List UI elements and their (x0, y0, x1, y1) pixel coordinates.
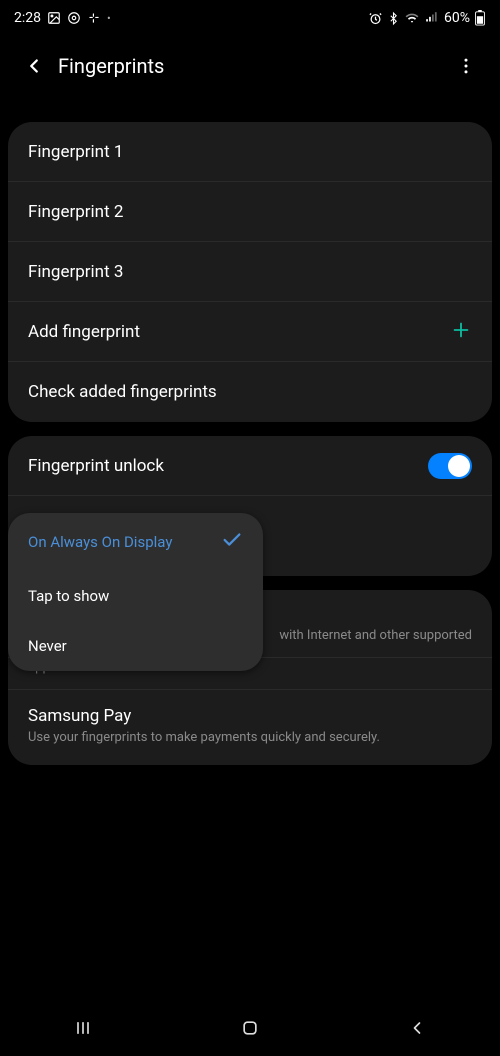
samsung-pay-sub: Use your fingerprints to make payments q… (28, 730, 472, 745)
status-right: 60% (368, 10, 486, 26)
status-bar: 2:28 • 60% (0, 0, 500, 36)
wifi-icon (404, 11, 420, 25)
unlock-toggle[interactable] (428, 453, 472, 479)
popup-option-tap[interactable]: Tap to show (8, 571, 263, 621)
fingerprint-row-3[interactable]: Fingerprint 3 (8, 242, 492, 302)
popup-option-label: Tap to show (28, 587, 109, 605)
alarm-icon (368, 11, 383, 26)
more-menu-button[interactable] (446, 46, 486, 86)
nav-back-button[interactable] (387, 1008, 447, 1048)
status-left: 2:28 • (14, 10, 111, 26)
fingerprint-label: Fingerprint 2 (28, 202, 472, 222)
check-icon (221, 529, 243, 555)
add-fingerprint-label: Add fingerprint (28, 322, 450, 342)
dot-icon: • (107, 12, 111, 25)
show-icon-popup: On Always On Display Tap to show Never (8, 513, 263, 671)
page-title: Fingerprints (58, 54, 446, 78)
fingerprint-unlock-row[interactable]: Fingerprint unlock (8, 436, 492, 496)
check-fingerprints-label: Check added fingerprints (28, 382, 472, 402)
home-button[interactable] (220, 1008, 280, 1048)
signal-icon (424, 11, 440, 25)
status-time: 2:28 (14, 10, 41, 26)
plus-icon (450, 319, 472, 345)
fingerprint-row-2[interactable]: Fingerprint 2 (8, 182, 492, 242)
fingerprint-label: Fingerprint 3 (28, 262, 472, 282)
image-icon (47, 11, 61, 25)
navigation-bar (0, 1000, 500, 1056)
header: Fingerprints (0, 36, 500, 96)
popup-option-label: On Always On Display (28, 533, 172, 551)
battery-percent: 60% (444, 10, 470, 26)
fingerprints-card: Fingerprint 1 Fingerprint 2 Fingerprint … (8, 122, 492, 422)
slack-icon (87, 11, 101, 25)
popup-option-always[interactable]: On Always On Display (8, 513, 263, 571)
add-fingerprint-row[interactable]: Add fingerprint (8, 302, 492, 362)
toggle-knob (448, 455, 470, 477)
camera-round-icon (67, 11, 81, 25)
bluetooth-icon (387, 11, 400, 26)
fingerprint-row-1[interactable]: Fingerprint 1 (8, 122, 492, 182)
popup-option-never[interactable]: Never (8, 621, 263, 671)
battery-icon (474, 10, 486, 26)
popup-option-label: Never (28, 637, 67, 655)
recents-button[interactable] (53, 1008, 113, 1048)
fingerprint-label: Fingerprint 1 (28, 142, 472, 162)
back-button[interactable] (14, 46, 54, 86)
samsung-pay-title: Samsung Pay (28, 706, 472, 726)
samsung-pay-row[interactable]: Samsung Pay Use your fingerprints to mak… (8, 689, 492, 765)
fingerprint-unlock-label: Fingerprint unlock (28, 456, 428, 476)
check-fingerprints-row[interactable]: Check added fingerprints (8, 362, 492, 422)
